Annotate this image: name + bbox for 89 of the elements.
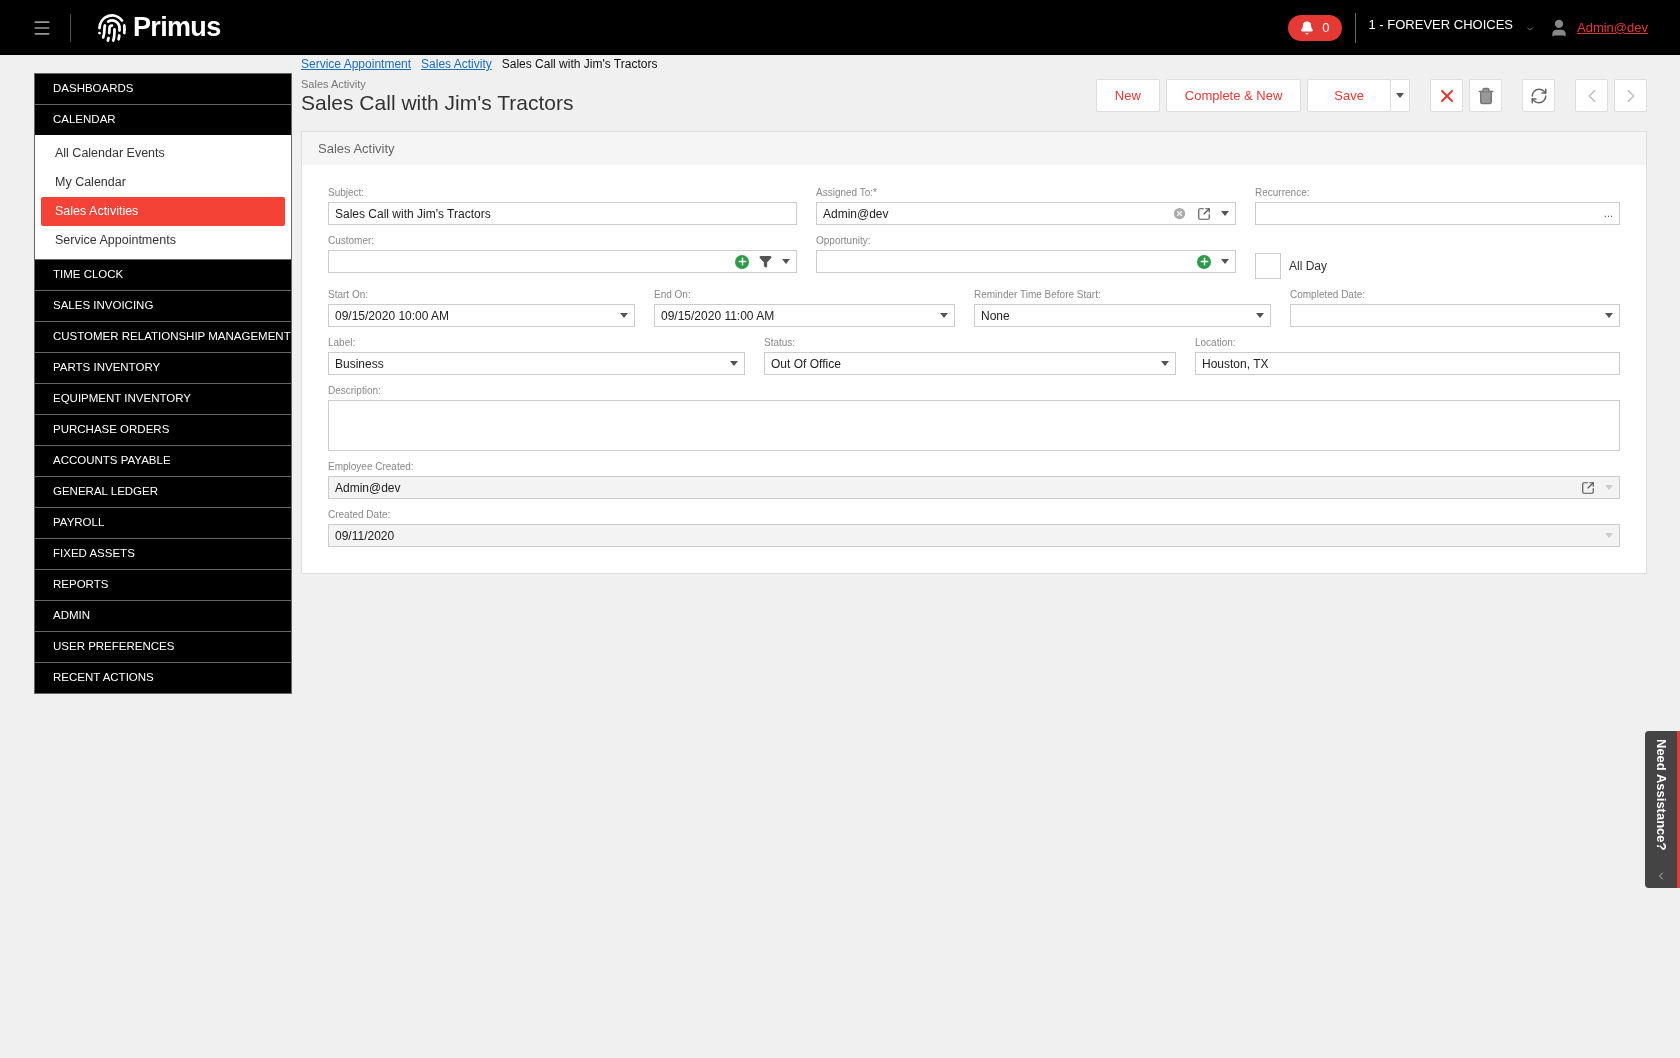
breadcrumb-link[interactable]: Sales Activity xyxy=(421,55,492,73)
all-day-checkbox[interactable] xyxy=(1255,253,1281,279)
description-field[interactable] xyxy=(328,400,1620,451)
bell-icon xyxy=(1300,20,1315,35)
field-label: Subject: xyxy=(328,187,366,199)
ellipsis-text[interactable]: ... xyxy=(1603,205,1613,222)
sidebar-section[interactable]: PAYROLL xyxy=(35,508,291,538)
caret-icon[interactable] xyxy=(1605,313,1613,318)
trash-icon xyxy=(1476,86,1495,105)
input-field[interactable]: ... xyxy=(1255,202,1620,225)
sidebar-section[interactable]: REPORTS xyxy=(35,570,291,600)
page-title: Sales Call with Jim's Tractors xyxy=(301,90,575,116)
save-options-button[interactable] xyxy=(1391,79,1410,112)
caret-icon[interactable] xyxy=(1221,211,1229,216)
field-label: Completed Date: xyxy=(1290,289,1367,301)
input-field[interactable]: Sales Call with Jim's Tractors xyxy=(328,202,797,225)
sidebar-item[interactable]: My Calendar xyxy=(41,168,285,197)
field-label: End On: xyxy=(654,289,692,301)
field-label: Reminder Time Before Start: xyxy=(974,289,1102,301)
assistance-tab[interactable]: Need Assistance? xyxy=(1645,731,1680,888)
sidebar-section[interactable]: SALES INVOICING xyxy=(35,291,291,321)
input-field[interactable]: Houston, TX xyxy=(1195,352,1620,375)
caret-icon[interactable] xyxy=(940,313,948,318)
sidebar-section[interactable]: RECENT ACTIONS xyxy=(35,663,291,693)
user-icon xyxy=(1549,17,1569,38)
field-label: Created Date: xyxy=(328,509,392,521)
sidebar-section[interactable]: DASHBOARDS xyxy=(35,74,291,104)
company-selector[interactable]: 1 - FOREVER CHOICES xyxy=(1368,14,1535,35)
dropdown-field[interactable]: Business xyxy=(328,352,745,375)
dropdown-field[interactable]: 09/15/2020 11:00 AM xyxy=(654,304,955,327)
caret-icon[interactable] xyxy=(1161,361,1169,366)
field-label: Label: xyxy=(328,337,357,349)
caret-icon[interactable] xyxy=(1256,313,1264,318)
caret-icon[interactable] xyxy=(1396,93,1404,98)
input-field[interactable]: Admin@dev xyxy=(816,202,1236,225)
sidebar-section[interactable]: TIME CLOCK xyxy=(35,260,291,290)
delete-button[interactable] xyxy=(1469,79,1502,112)
dropdown-field[interactable]: Out Of Office xyxy=(764,352,1176,375)
refresh-icon xyxy=(1529,86,1548,105)
fingerprint-logo-icon xyxy=(97,12,127,43)
toolbar-button[interactable]: Complete & New xyxy=(1165,79,1302,112)
dropdown-field[interactable] xyxy=(1290,304,1620,327)
field-label: Employee Created: xyxy=(328,461,415,473)
cancel-button[interactable] xyxy=(1430,79,1463,112)
sidebar-section[interactable]: ADMIN xyxy=(35,601,291,631)
caret-icon[interactable] xyxy=(782,259,790,264)
breadcrumb-current: Sales Call with Jim's Tractors xyxy=(501,56,658,73)
caret-icon[interactable] xyxy=(730,361,738,366)
dropdown-field[interactable]: 09/15/2020 10:00 AM xyxy=(328,304,635,327)
input-field[interactable] xyxy=(816,250,1236,273)
filter-icon[interactable] xyxy=(759,255,772,268)
sidebar-section[interactable]: FIXED ASSETS xyxy=(35,539,291,569)
toolbar-button[interactable]: New xyxy=(1095,79,1160,112)
sidebar-item[interactable]: All Calendar Events xyxy=(41,139,285,168)
caret-icon[interactable] xyxy=(620,313,628,318)
field-label: Status: xyxy=(764,337,797,349)
input-field[interactable] xyxy=(328,250,797,273)
field-label: Description: xyxy=(328,385,382,397)
sidebar-section[interactable]: GENERAL LEDGER xyxy=(35,477,291,507)
page-subtitle: Sales Activity xyxy=(301,78,367,90)
sidebar-item[interactable]: Sales Activities xyxy=(41,197,285,226)
panel-title: Sales Activity xyxy=(318,139,395,158)
field-label: Start On: xyxy=(328,289,369,301)
sidebar-section[interactable]: ACCOUNTS PAYABLE xyxy=(35,446,291,476)
caret-icon[interactable] xyxy=(1221,259,1229,264)
field-label: Opportunity: xyxy=(816,235,872,247)
user-link[interactable]: Admin@dev xyxy=(1577,17,1648,38)
sidebar-section[interactable]: PURCHASE ORDERS xyxy=(35,415,291,445)
notifications-button[interactable]: 0 xyxy=(1288,14,1342,41)
sidebar-section[interactable]: PARTS INVENTORY xyxy=(35,353,291,383)
breadcrumb-link[interactable]: Service Appointment xyxy=(301,55,412,73)
add-icon[interactable] xyxy=(735,254,749,269)
sidebar-section[interactable]: CALENDAR xyxy=(35,105,291,135)
sidebar-item[interactable]: Service Appointments xyxy=(41,226,285,255)
assistance-label: Need Assistance? xyxy=(1652,739,1670,851)
save-button[interactable]: Save xyxy=(1307,79,1391,112)
add-icon[interactable] xyxy=(1197,254,1211,269)
dropdown-field[interactable]: None xyxy=(974,304,1271,327)
sidebar-section[interactable]: CUSTOMER RELATIONSHIP MANAGEMENT xyxy=(35,322,291,352)
field-label: Customer: xyxy=(328,235,376,247)
brand-name: Primus xyxy=(133,11,221,45)
refresh-button[interactable] xyxy=(1522,79,1555,112)
open-link-icon[interactable] xyxy=(1197,206,1211,221)
field-label: Location: xyxy=(1195,337,1237,349)
sidebar-section[interactable]: USER PREFERENCES xyxy=(35,632,291,662)
checkbox-label: All Day xyxy=(1289,258,1327,275)
sidebar-section[interactable]: EQUIPMENT INVENTORY xyxy=(35,384,291,414)
field-label: Recurrence: xyxy=(1255,187,1311,199)
field-label: Assigned To:* xyxy=(816,187,878,199)
